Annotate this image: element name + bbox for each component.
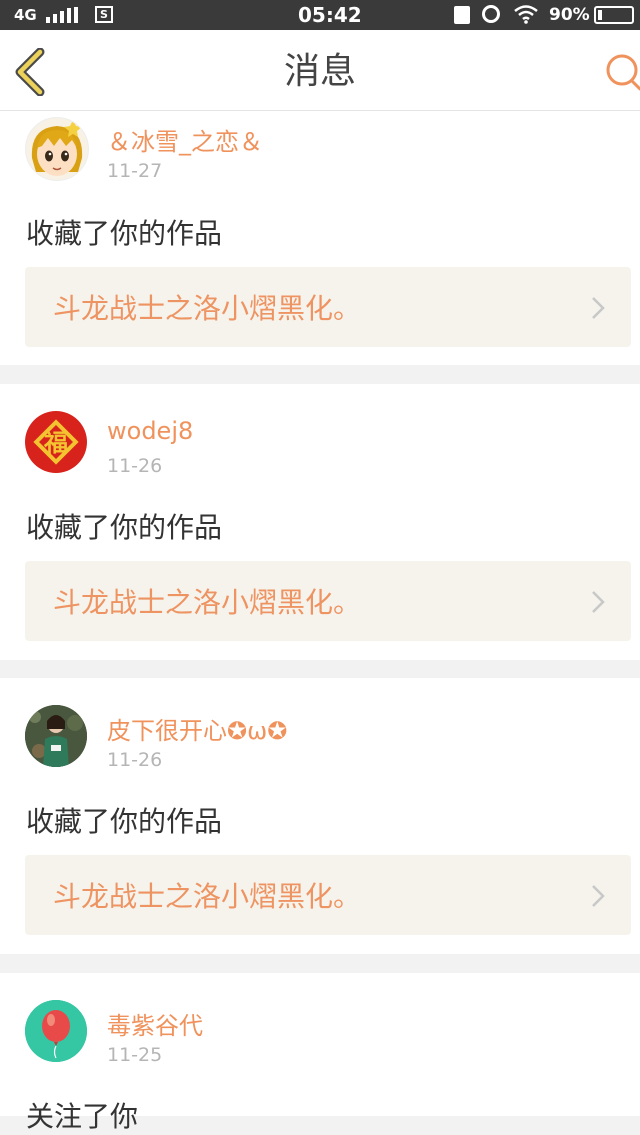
username[interactable]: 毒紫谷代 bbox=[107, 1006, 203, 1041]
wifi-icon bbox=[514, 5, 538, 24]
username[interactable]: 皮下很开心✪ω✪ bbox=[107, 711, 287, 746]
avatar[interactable]: 福 bbox=[25, 411, 87, 473]
battery-percent: 90% bbox=[549, 5, 590, 25]
clock: 05:42 bbox=[298, 3, 362, 27]
work-title: 斗龙战士之洛小熠黑化。 bbox=[53, 880, 362, 913]
network-type: 4G bbox=[14, 6, 37, 24]
username[interactable]: ＆冰雪_之恋＆ bbox=[107, 122, 263, 157]
top-bar: 消息 bbox=[0, 30, 640, 111]
message-card[interactable]: 毒紫谷代 11-25 关注了你 bbox=[0, 973, 640, 1133]
action-text: 收藏了你的作品 bbox=[26, 217, 223, 250]
message-card[interactable]: ＆冰雪_之恋＆ 11-27 收藏了你的作品 斗龙战士之洛小熠黑化。 bbox=[0, 111, 640, 365]
chevron-right-icon bbox=[592, 885, 605, 907]
message-date: 11-25 bbox=[107, 1044, 163, 1066]
work-link[interactable]: 斗龙战士之洛小熠黑化。 bbox=[25, 267, 631, 347]
action-text: 收藏了你的作品 bbox=[26, 511, 223, 544]
work-title: 斗龙战士之洛小熠黑化。 bbox=[53, 586, 362, 619]
search-button[interactable] bbox=[600, 50, 640, 94]
chevron-right-icon bbox=[592, 591, 605, 613]
message-card[interactable]: 皮下很开心✪ω✪ 11-26 收藏了你的作品 斗龙战士之洛小熠黑化。 bbox=[0, 678, 640, 954]
charging-icon bbox=[454, 6, 470, 24]
fu-character-avatar-icon: 福 bbox=[33, 419, 79, 465]
cartoon-girl-avatar-icon bbox=[31, 120, 83, 176]
photo-avatar-icon bbox=[25, 705, 87, 767]
avatar[interactable] bbox=[25, 705, 87, 767]
battery-icon bbox=[594, 6, 634, 24]
page-title: 消息 bbox=[283, 51, 356, 92]
action-text: 关注了你 bbox=[26, 1100, 139, 1133]
work-link[interactable]: 斗龙战士之洛小熠黑化。 bbox=[25, 561, 631, 641]
message-card[interactable]: 福 wodej8 11-26 收藏了你的作品 斗龙战士之洛小熠黑化。 bbox=[0, 384, 640, 660]
fu-text: 福 bbox=[43, 429, 68, 457]
avatar[interactable] bbox=[25, 1000, 87, 1062]
sim-icon: S bbox=[95, 6, 113, 23]
status-bar: 4G S 05:42 90% bbox=[0, 0, 640, 30]
avatar[interactable] bbox=[25, 117, 89, 181]
search-icon bbox=[606, 54, 640, 91]
message-date: 11-26 bbox=[107, 749, 163, 771]
username[interactable]: wodej8 bbox=[107, 417, 193, 445]
work-link[interactable]: 斗龙战士之洛小熠黑化。 bbox=[25, 855, 631, 935]
message-date: 11-26 bbox=[107, 455, 163, 477]
balloon-avatar-icon bbox=[25, 1000, 87, 1062]
work-title: 斗龙战士之洛小熠黑化。 bbox=[53, 292, 362, 325]
alarm-icon bbox=[482, 5, 500, 23]
message-date: 11-27 bbox=[107, 160, 163, 182]
chevron-right-icon bbox=[592, 297, 605, 319]
action-text: 收藏了你的作品 bbox=[26, 805, 223, 838]
signal-icon bbox=[46, 7, 78, 23]
